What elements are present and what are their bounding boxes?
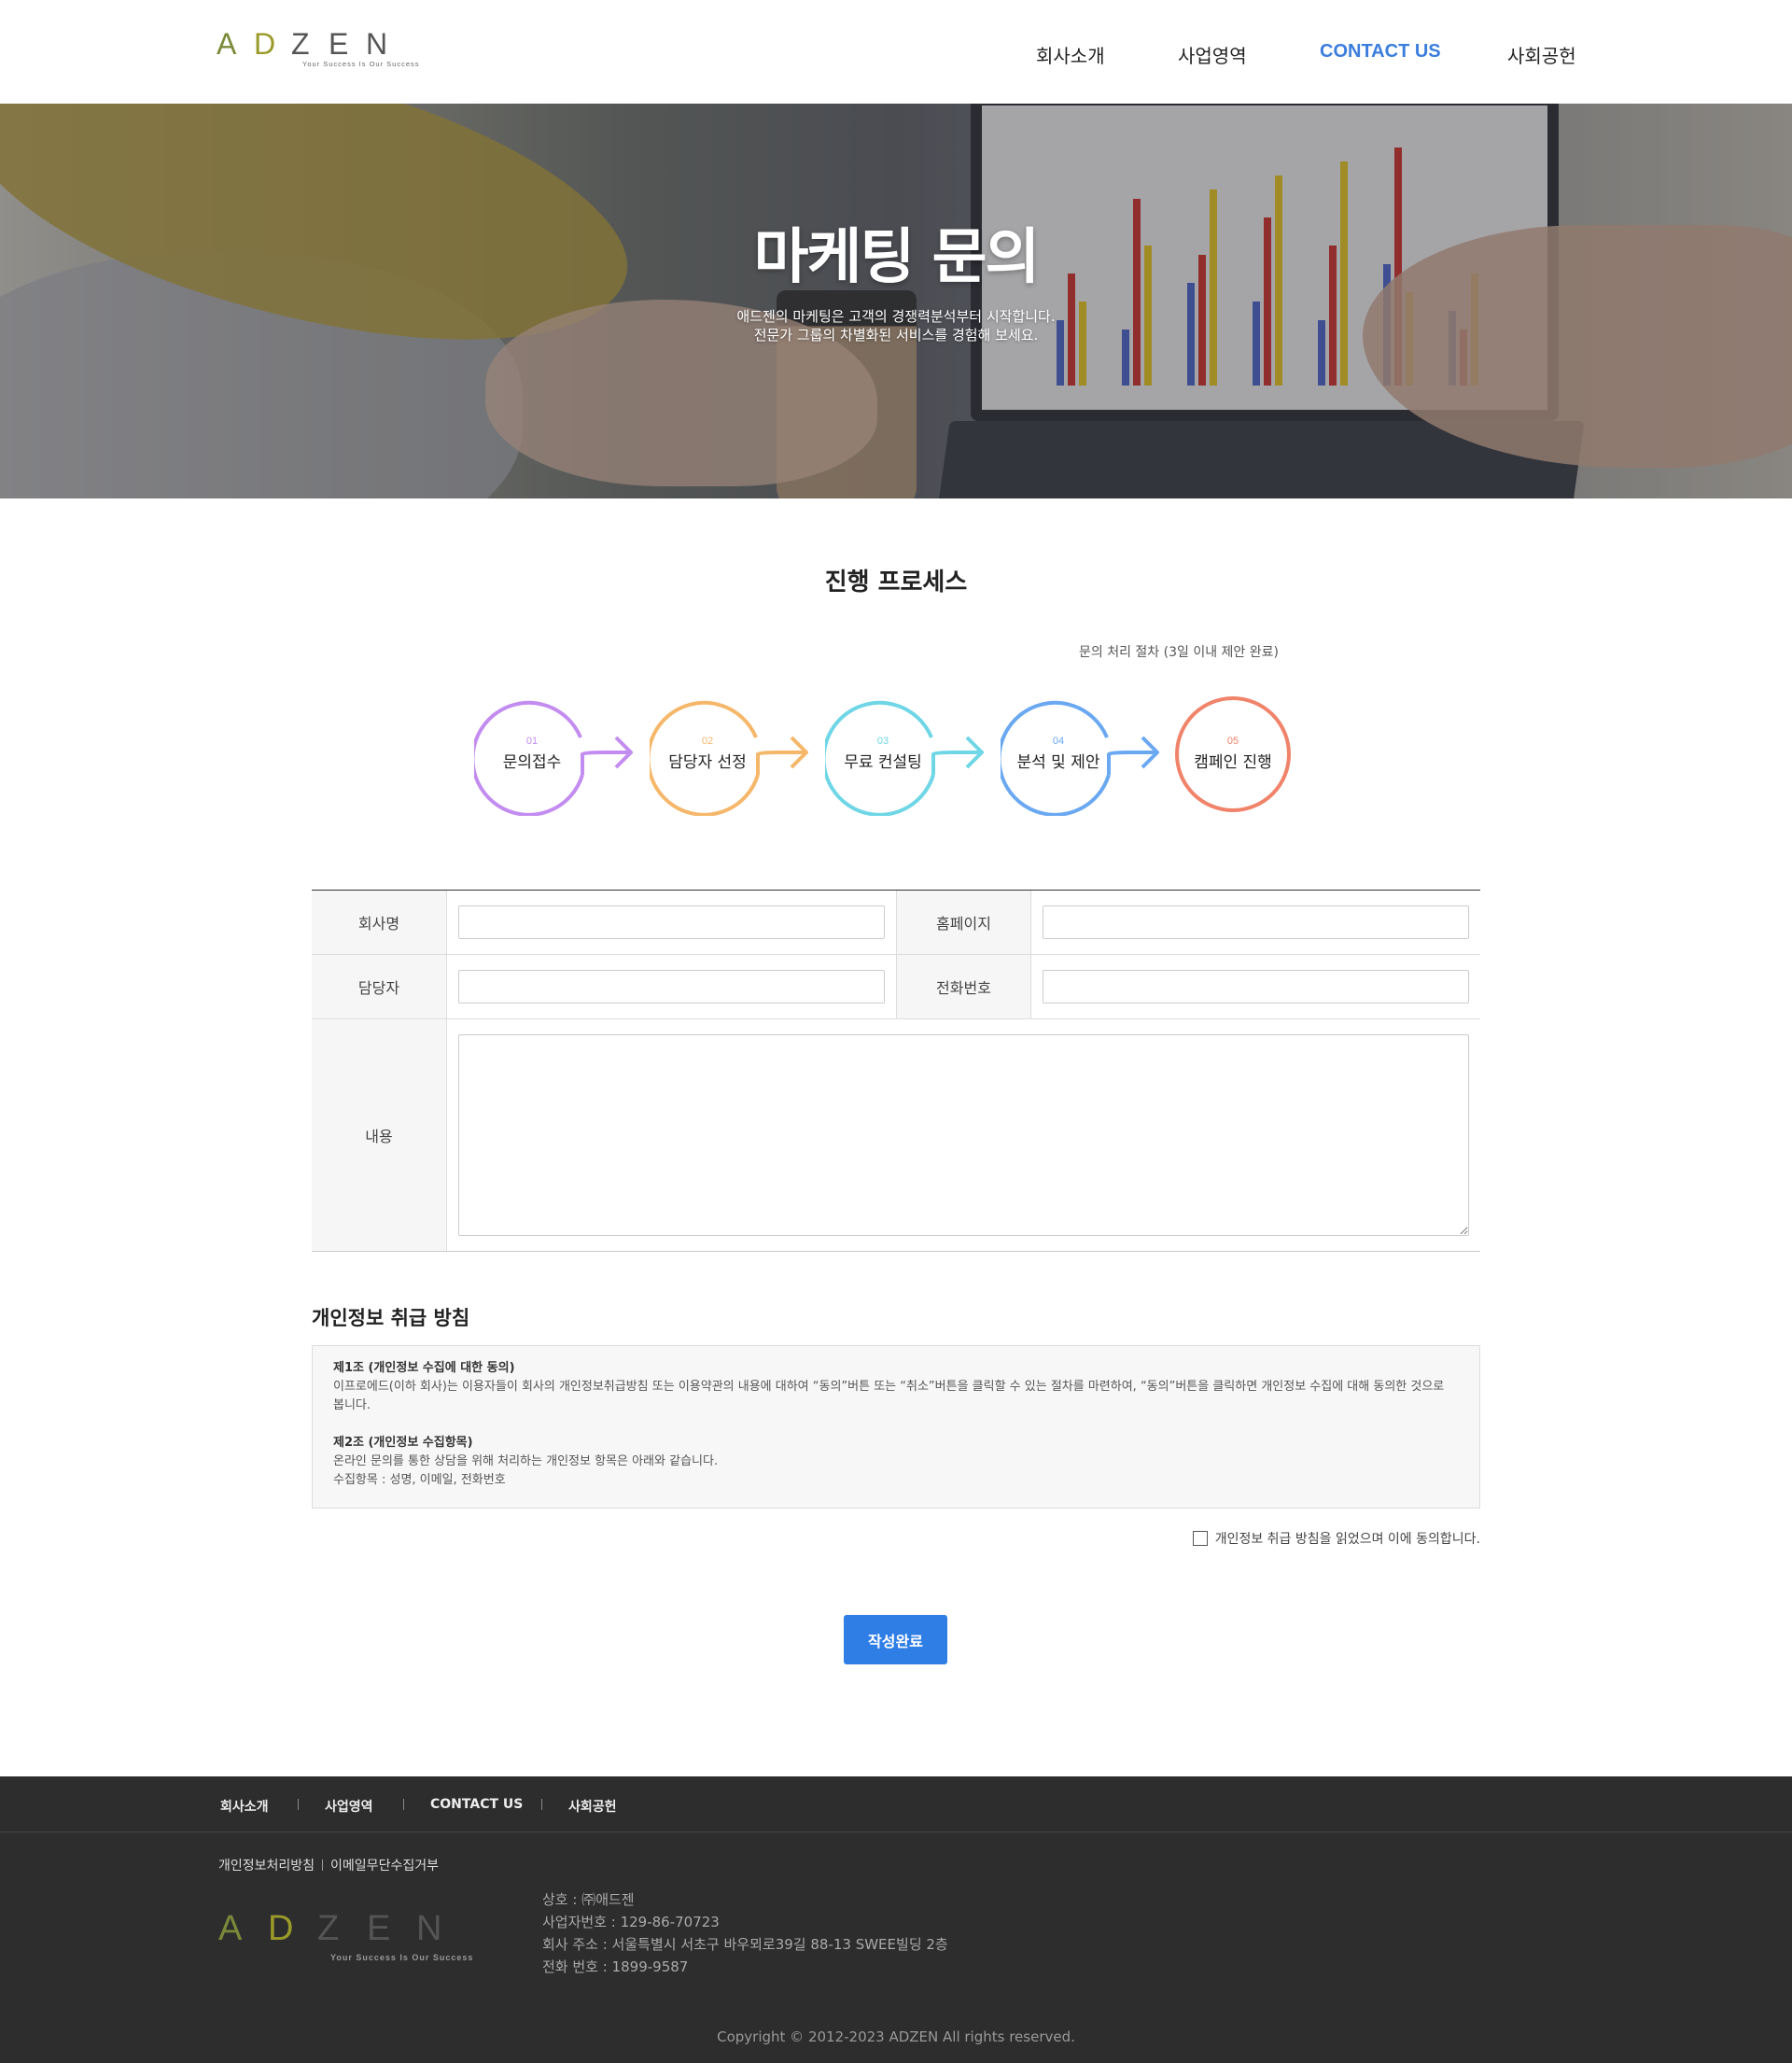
privacy-article-title: 제2조 (개인정보 수집항목): [333, 1436, 473, 1450]
company-phone: 전화 번호 : 1899-9587: [542, 1958, 689, 1975]
company-name: 상호 : ㈜애드젠: [542, 1891, 635, 1908]
content-label: 내용: [312, 1019, 447, 1251]
step-number: 04: [1052, 736, 1065, 747]
agree-checkbox[interactable]: [1192, 1531, 1208, 1546]
phone-cell: [1031, 955, 1480, 1018]
hero-subtitle: 애드젠의 마케팅은 고객의 경쟁력분석부터 시작합니다. 전문가 그룹의 차별화…: [0, 307, 1792, 344]
process-note: 문의 처리 절차 (3일 이내 제안 완료): [1079, 645, 1279, 660]
nav-item-company[interactable]: 회사소개: [1036, 41, 1105, 68]
site-footer: 회사소개 사업영역 CONTACT US 사회공헌 개인정보처리방침 이메일무단…: [0, 1776, 1792, 2063]
inquiry-form: 회사명 홈페이지 담당자 전화번호 내용: [312, 890, 1480, 1252]
submit-button[interactable]: 작성완료: [844, 1615, 947, 1664]
footer-logo-wordmark: A D Z E N: [218, 1910, 470, 1947]
step-label: 분석 및 제안: [1016, 753, 1100, 772]
privacy-policy-link[interactable]: 개인정보처리방침: [218, 1856, 315, 1874]
company-label: 회사명: [312, 891, 447, 954]
phone-input[interactable]: [1043, 970, 1469, 1003]
privacy-policy-box[interactable]: 제1조 (개인정보 수집에 대한 동의) 이프로에드(이하 회사)는 이용자들이…: [312, 1345, 1480, 1509]
divider: [298, 1799, 299, 1810]
site-header: A D Z E N Your Success Is Our Success 회사…: [0, 0, 1792, 104]
privacy-title: 개인정보 취급 방침: [312, 1307, 470, 1329]
process-step: 03 무료 컨설팅: [825, 695, 993, 816]
process-step: 02 담당자 선정: [650, 695, 818, 816]
homepage-input[interactable]: [1043, 905, 1469, 939]
step-label: 무료 컨설팅: [844, 753, 922, 772]
privacy-article-title: 제1조 (개인정보 수집에 대한 동의): [333, 1361, 515, 1375]
company-cell: [447, 891, 896, 954]
step-label: 캠페인 진행: [1194, 753, 1272, 772]
footer-nav: 회사소개 사업영역 CONTACT US 사회공헌: [0, 1776, 1792, 1832]
step-label: 담당자 선정: [668, 753, 747, 772]
email-refusal-link[interactable]: 이메일무단수집거부: [330, 1856, 439, 1874]
step-number: 02: [701, 736, 714, 747]
logo-letter: A: [218, 1909, 243, 1948]
footer-links: 개인정보처리방침 이메일무단수집거부: [218, 1856, 439, 1874]
manager-input[interactable]: [458, 970, 885, 1003]
homepage-cell: [1031, 891, 1480, 954]
footer-nav-business[interactable]: 사업영역: [325, 1797, 373, 1816]
logo-letter: N: [416, 1909, 442, 1948]
footer-logo-tagline: Your Success Is Our Success: [330, 1953, 474, 1962]
homepage-label: 홈페이지: [896, 891, 1031, 954]
footer-logo: A D Z E N Your Success Is Our Success: [218, 1910, 474, 1966]
divider: [541, 1799, 542, 1810]
logo-letter: E: [367, 1909, 391, 1948]
process-step: 05 캠페인 진행: [1175, 695, 1343, 816]
hero-title: 마케팅 문의: [753, 223, 1041, 292]
company-address: 회사 주소 : 서울특별시 서초구 바우뫼로39길 88-13 SWEE빌딩 2…: [542, 1936, 948, 1953]
copyright: Copyright © 2012-2023 ADZEN All rights r…: [717, 2028, 1075, 2045]
divider: [403, 1799, 404, 1810]
footer-nav-contact[interactable]: CONTACT US: [430, 1797, 523, 1812]
privacy-agree[interactable]: 개인정보 취급 방침을 읽었으며 이에 동의합니다.: [1192, 1529, 1480, 1548]
footer-nav-csr[interactable]: 사회공헌: [568, 1797, 617, 1816]
logo-letter: D: [268, 1909, 294, 1948]
main-nav: 회사소개 사업영역 CONTACT US 사회공헌: [0, 41, 1792, 69]
step-label: 문의접수: [502, 753, 562, 772]
content-cell: [447, 1019, 1480, 1251]
step-number: 01: [525, 736, 539, 747]
manager-cell: [447, 955, 896, 1018]
hero-overlay: [0, 104, 1792, 498]
step-number: 03: [876, 736, 889, 747]
hero-subtitle-line: 애드젠의 마케팅은 고객의 경쟁력분석부터 시작합니다.: [736, 308, 1056, 325]
hero-banner: [0, 104, 1792, 498]
logo-letter: Z: [317, 1909, 340, 1948]
step-number: 05: [1226, 736, 1239, 747]
nav-item-contact[interactable]: CONTACT US: [1320, 41, 1441, 63]
company-input[interactable]: [458, 905, 885, 939]
form-row: 담당자 전화번호: [312, 955, 1480, 1019]
content-textarea[interactable]: [458, 1034, 1469, 1236]
company-info: 상호 : ㈜애드젠 사업자번호 : 129-86-70723 회사 주소 : 서…: [542, 1888, 948, 1978]
nav-item-csr[interactable]: 사회공헌: [1507, 41, 1576, 68]
agree-label: 개인정보 취급 방침을 읽었으며 이에 동의합니다.: [1214, 1532, 1480, 1547]
process-step: 04 분석 및 제안: [1001, 695, 1169, 816]
footer-nav-company[interactable]: 회사소개: [220, 1797, 269, 1816]
process-title: 진행 프로세스: [824, 568, 968, 596]
nav-item-business[interactable]: 사업영역: [1178, 41, 1247, 68]
form-row: 내용: [312, 1019, 1480, 1252]
phone-label: 전화번호: [896, 955, 1031, 1018]
privacy-article-body: 이프로에드(이하 회사)는 이용자들이 회사의 개인정보취급방침 또는 이용약관…: [333, 1380, 1445, 1412]
divider: [322, 1860, 324, 1871]
hero-subtitle-line: 전문가 그룹의 차별화된 서비스를 경험해 보세요.: [753, 327, 1039, 344]
privacy-article-body: 수집항목 : 성명, 이메일, 전화번호: [333, 1473, 506, 1487]
business-number: 사업자번호 : 129-86-70723: [542, 1914, 720, 1930]
process-step: 01 문의접수: [474, 695, 642, 816]
manager-label: 담당자: [312, 955, 447, 1018]
form-row: 회사명 홈페이지: [312, 891, 1480, 955]
privacy-article-body: 온라인 문의를 통한 상담을 위해 처리하는 개인정보 항목은 아래와 같습니다…: [333, 1454, 719, 1468]
